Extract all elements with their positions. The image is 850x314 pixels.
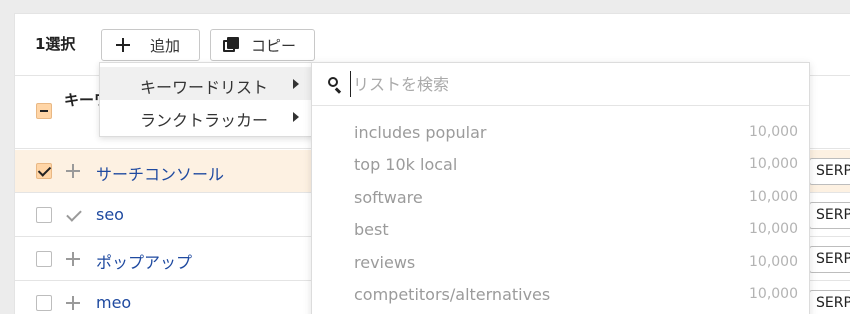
list-option-name: includes popular: [354, 123, 487, 142]
caret-right-icon: [293, 112, 299, 122]
add-keyword-icon[interactable]: [65, 295, 81, 311]
row-checkbox[interactable]: [36, 207, 52, 223]
copy-button-label: コピー: [251, 36, 297, 55]
list-option-count: 10,000: [749, 221, 798, 237]
add-button-label: 追加: [150, 36, 181, 55]
list-option-count: 10,000: [749, 189, 798, 205]
menu-item-label: キーワードリスト: [140, 78, 269, 97]
select-all-checkbox[interactable]: [36, 103, 52, 119]
add-keyword-icon[interactable]: [65, 163, 81, 179]
menu-item-label: ランクトラッカー: [140, 111, 269, 130]
selection-count: 1選択: [35, 35, 76, 53]
keyword-link[interactable]: seo: [96, 205, 124, 224]
keyword-list-submenu: includes popular 10,000 top 10k local 10…: [311, 62, 810, 314]
row-checkbox[interactable]: [36, 251, 52, 267]
list-option-name: software: [354, 188, 423, 207]
keyword-link[interactable]: meo: [96, 293, 131, 312]
serp-button[interactable]: SERP: [809, 158, 850, 185]
row-checkbox[interactable]: [36, 163, 52, 179]
keyword-column-header[interactable]: キーワード: [64, 89, 104, 110]
caret-right-icon: [293, 79, 299, 89]
list-search-input[interactable]: [350, 71, 790, 97]
list-option-count: 10,000: [749, 156, 798, 172]
search-icon: [328, 77, 342, 94]
add-button[interactable]: 追加: [101, 29, 200, 61]
list-option[interactable]: best 10,000: [312, 214, 809, 246]
serp-button[interactable]: SERP: [809, 202, 850, 229]
add-keyword-icon[interactable]: [65, 251, 81, 267]
list-option-name: competitors/alternatives: [354, 285, 551, 304]
keyword-link[interactable]: サーチコンソール: [96, 161, 224, 185]
keyword-link[interactable]: ポップアップ: [96, 249, 192, 273]
add-dropdown-menu: キーワードリスト ランクトラッカー: [99, 62, 314, 137]
list-option[interactable]: software 10,000: [312, 182, 809, 214]
list-option-count: 10,000: [749, 124, 798, 140]
list-option-count: 10,000: [749, 286, 798, 302]
menu-item-keyword-list[interactable]: キーワードリスト: [100, 67, 313, 100]
added-check-icon[interactable]: [65, 207, 81, 223]
list-option-name: top 10k local: [354, 155, 458, 174]
serp-button[interactable]: SERP: [809, 290, 850, 314]
list-option-count: 10,000: [749, 254, 798, 270]
list-option-name: reviews: [354, 253, 416, 272]
list-option[interactable]: competitors/alternatives 10,000: [312, 279, 809, 311]
list-option-name: best: [354, 220, 389, 239]
copy-button[interactable]: コピー: [210, 29, 315, 61]
copy-icon: [223, 37, 239, 53]
plus-icon: [116, 38, 130, 52]
list-option[interactable]: top 10k local 10,000: [312, 149, 809, 181]
menu-item-rank-tracker[interactable]: ランクトラッカー: [100, 100, 313, 133]
list-option[interactable]: reviews 10,000: [312, 247, 809, 279]
row-checkbox[interactable]: [36, 295, 52, 311]
list-search: [312, 63, 809, 106]
serp-button[interactable]: SERP: [809, 246, 850, 273]
list-option[interactable]: includes popular 10,000: [312, 117, 809, 149]
